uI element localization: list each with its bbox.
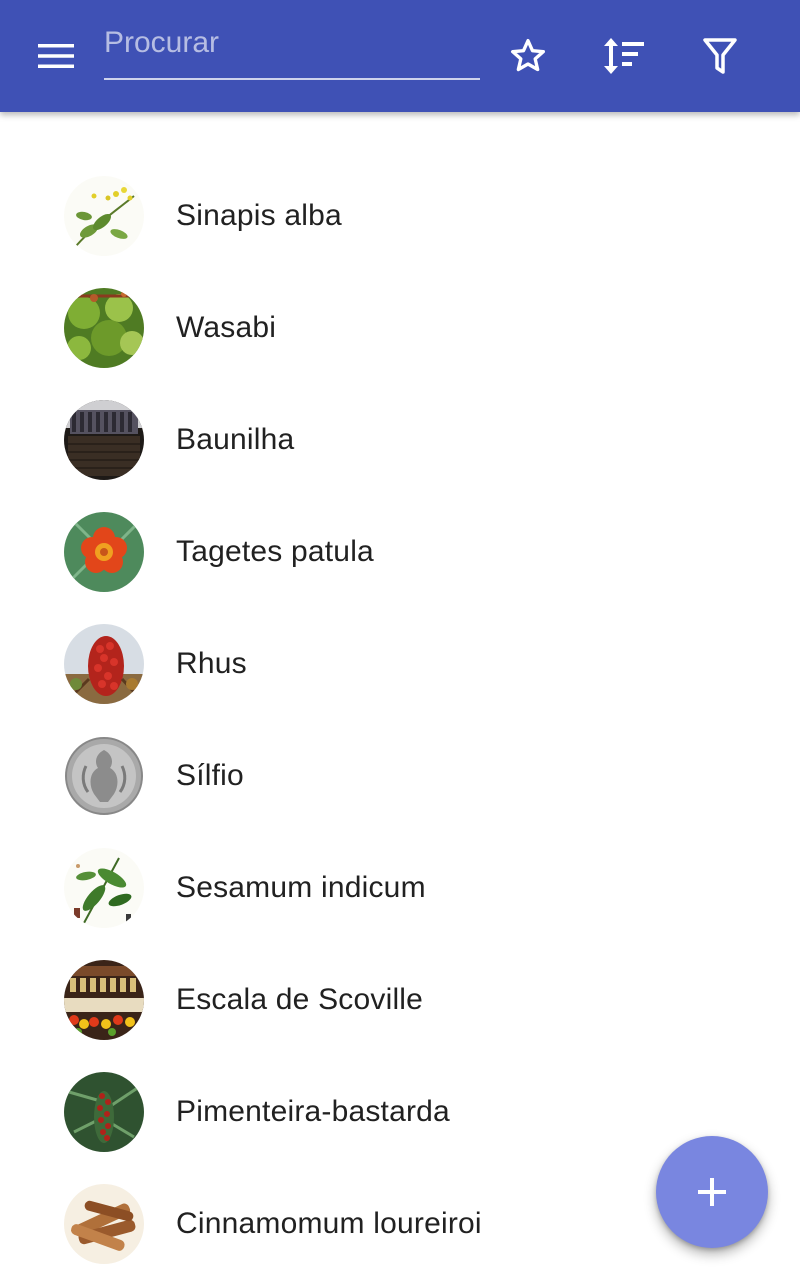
top-app-bar xyxy=(0,0,800,112)
list-item[interactable]: Tagetes patula xyxy=(0,496,800,608)
search-field xyxy=(104,24,480,81)
item-label: Cinnamomum loureiroi xyxy=(176,1207,482,1240)
item-thumbnail xyxy=(64,624,144,704)
item-thumbnail xyxy=(64,176,144,256)
item-label: Baunilha xyxy=(176,423,295,456)
sort-button[interactable] xyxy=(595,28,651,84)
pepper-tree-icon xyxy=(64,1072,144,1152)
botanical-illustration-icon xyxy=(64,176,144,256)
list-item[interactable]: Escala de Scoville xyxy=(0,944,800,1056)
list-item[interactable]: Sílfio xyxy=(0,720,800,832)
item-thumbnail xyxy=(64,1184,144,1264)
item-thumbnail xyxy=(64,1072,144,1152)
list-item[interactable]: Wasabi xyxy=(0,272,800,384)
favorites-button[interactable] xyxy=(500,28,556,84)
app-screen: Sinapis alba Wasabi xyxy=(0,0,800,1280)
item-thumbnail xyxy=(64,848,144,928)
red-berries-icon xyxy=(64,624,144,704)
list-item[interactable]: Sinapis alba xyxy=(0,160,800,272)
filter-icon xyxy=(703,38,737,74)
item-thumbnail xyxy=(64,736,144,816)
marigold-flower-icon xyxy=(64,512,144,592)
menu-icon xyxy=(38,44,74,68)
list-item[interactable]: Rhus xyxy=(0,608,800,720)
item-label: Pimenteira-bastarda xyxy=(176,1095,450,1128)
plant-list: Sinapis alba Wasabi Baunilha Tagetes pat… xyxy=(0,160,800,1280)
search-input[interactable] xyxy=(104,24,480,80)
filter-button[interactable] xyxy=(692,28,748,84)
item-label: Rhus xyxy=(176,647,247,680)
botanical-illustration-icon xyxy=(64,848,144,928)
item-label: Escala de Scoville xyxy=(176,983,424,1016)
list-item[interactable]: Baunilha xyxy=(0,384,800,496)
add-icon xyxy=(698,1178,726,1206)
item-label: Sinapis alba xyxy=(176,199,342,232)
item-label: Sílfio xyxy=(176,759,244,792)
item-label: Sesamum indicum xyxy=(176,871,426,904)
silver-coin-icon xyxy=(64,736,144,816)
leaves-photo-icon xyxy=(64,288,144,368)
list-item[interactable]: Sesamum indicum xyxy=(0,832,800,944)
item-thumbnail xyxy=(64,288,144,368)
star-outline-icon xyxy=(510,39,545,72)
menu-button[interactable] xyxy=(28,28,84,84)
item-thumbnail xyxy=(64,960,144,1040)
item-thumbnail xyxy=(64,400,144,480)
item-thumbnail xyxy=(64,512,144,592)
vanilla-pods-icon xyxy=(64,400,144,480)
item-label: Tagetes patula xyxy=(176,535,374,568)
market-stall-icon xyxy=(64,960,144,1040)
cinnamon-sticks-icon xyxy=(64,1184,144,1264)
sort-icon xyxy=(604,38,644,74)
item-label: Wasabi xyxy=(176,311,277,344)
add-fab[interactable] xyxy=(656,1136,768,1248)
